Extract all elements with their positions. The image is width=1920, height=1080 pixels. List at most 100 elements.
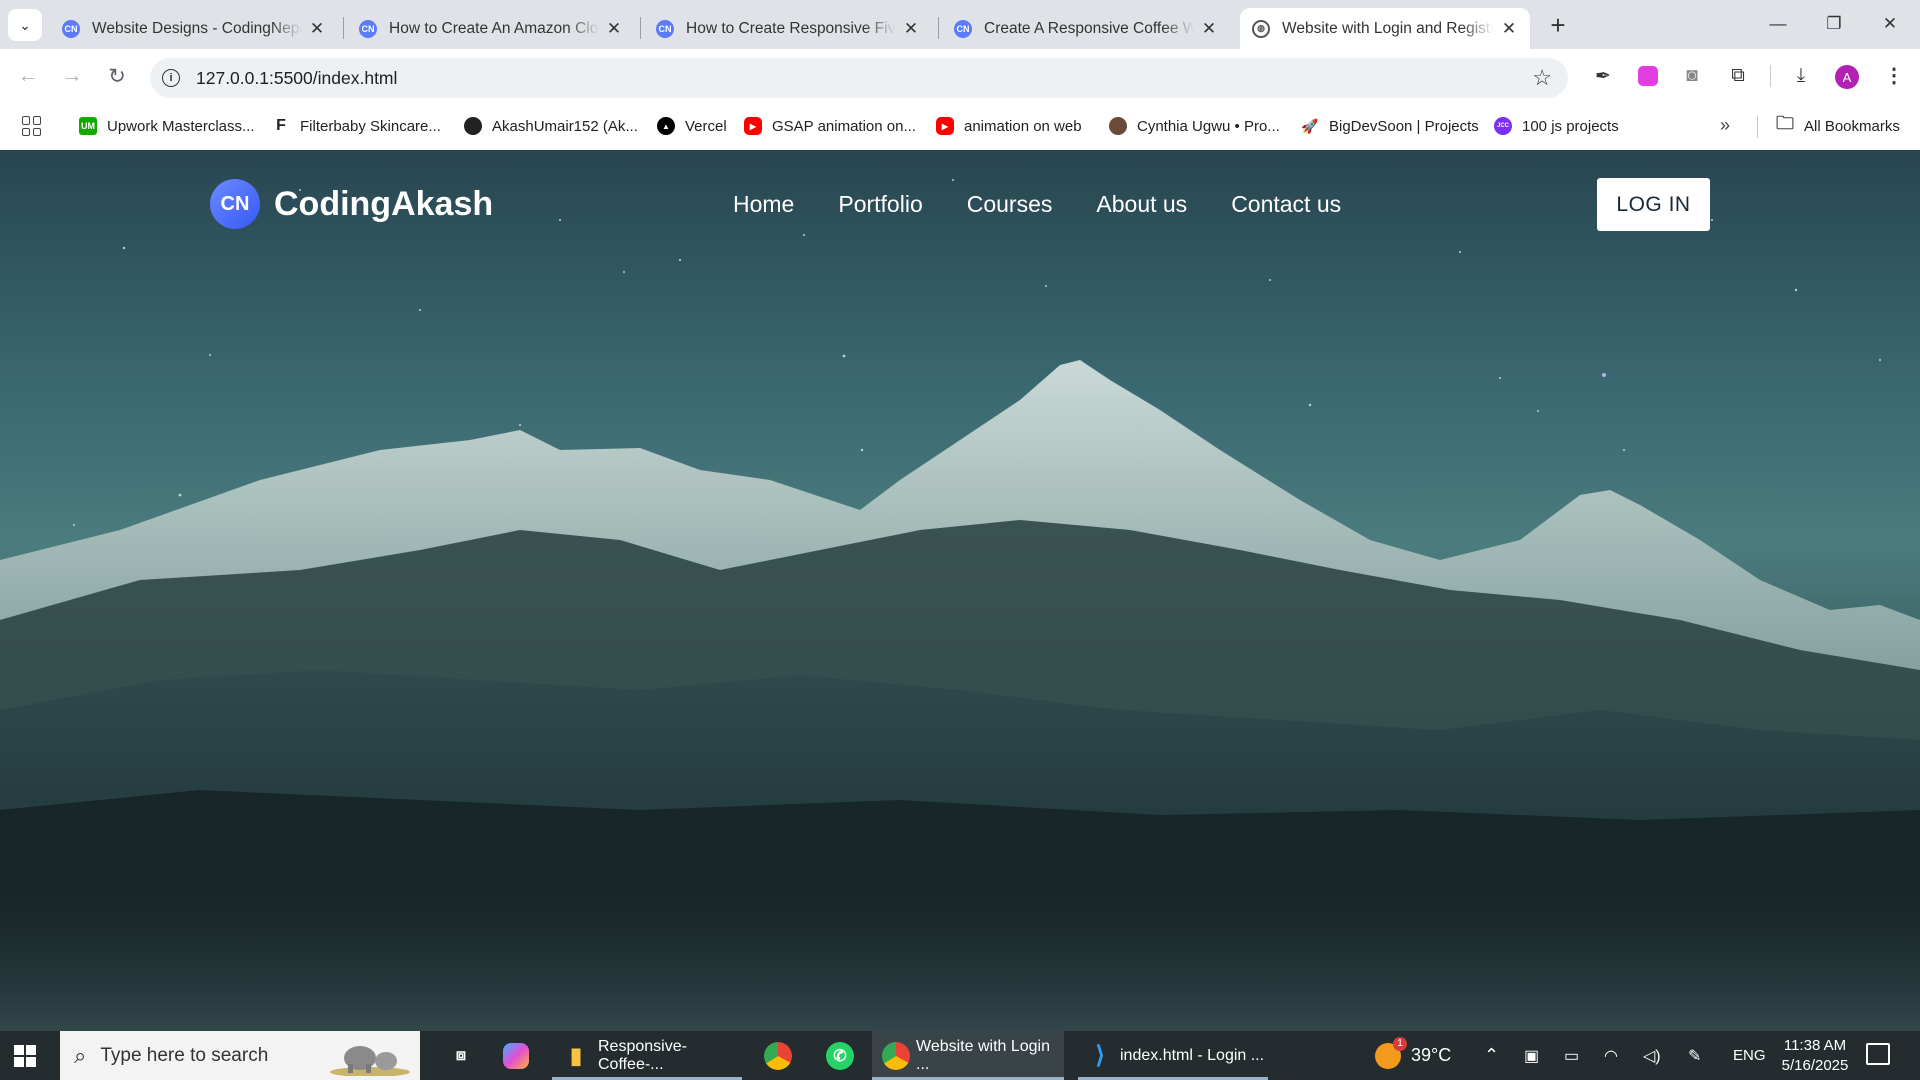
- all-bookmarks-button[interactable]: 🗀 All Bookmarks: [1776, 113, 1900, 138]
- tab-login-registration[interactable]: ◍ Website with Login and Registration ✕: [1240, 8, 1530, 49]
- windows-taskbar: ⌕ Type here to search ⧈ ▮ Responsive-Cof…: [0, 1031, 1920, 1080]
- battery-icon[interactable]: ▭: [1564, 1031, 1579, 1080]
- language-indicator[interactable]: ENG: [1733, 1031, 1766, 1080]
- tab-search-button[interactable]: ⌄: [8, 9, 42, 41]
- taskbar-app-file-explorer[interactable]: ▮ Responsive-Coffee-...: [552, 1031, 742, 1080]
- taskbar-app-label: index.html - Login ...: [1120, 1046, 1265, 1064]
- url-text[interactable]: 127.0.0.1:5500/index.html: [196, 68, 397, 89]
- apps-grid-icon[interactable]: [22, 116, 42, 136]
- notification-icon[interactable]: [1866, 1043, 1890, 1065]
- tab-fiverr-clone[interactable]: CN How to Create Responsive Fiverr ✕: [644, 8, 932, 49]
- clock-time: 11:38 AM: [1783, 1037, 1847, 1054]
- bookmark-label: Vercel: [685, 117, 727, 135]
- weather-sun-icon: 1: [1375, 1036, 1407, 1069]
- close-icon: ✕: [1882, 14, 1898, 33]
- tab-title: How to Create An Amazon Clone: [389, 19, 599, 37]
- upwork-icon: UM: [79, 117, 97, 135]
- tab-amazon-clone[interactable]: CN How to Create An Amazon Clone ✕: [347, 8, 635, 49]
- close-icon[interactable]: ✕: [1500, 19, 1518, 39]
- chevron-down-icon: ⌄: [19, 16, 31, 33]
- rocket-icon: 🚀: [1301, 117, 1319, 134]
- windows-start-icon[interactable]: [14, 1045, 36, 1067]
- bookmark-upwork[interactable]: UM Upwork Masterclass...: [79, 114, 255, 138]
- nav-link-contact-us[interactable]: Contact us: [1231, 191, 1341, 218]
- close-icon[interactable]: ✕: [308, 19, 326, 39]
- taskbar-search[interactable]: ⌕ Type here to search: [60, 1031, 420, 1080]
- nav-link-portfolio[interactable]: Portfolio: [838, 191, 922, 218]
- tab-website-designs[interactable]: CN Website Designs - CodingNepal ✕: [50, 8, 338, 49]
- restore-button[interactable]: ❐: [1806, 6, 1862, 42]
- bookmark-cynthia-ugwu[interactable]: Cynthia Ugwu • Pro...: [1109, 114, 1280, 138]
- copilot-button[interactable]: [494, 1031, 538, 1080]
- file-explorer-icon: ▮: [569, 1042, 583, 1068]
- nav-link-home[interactable]: Home: [733, 191, 794, 218]
- close-icon[interactable]: ✕: [902, 19, 920, 39]
- back-button[interactable]: ←: [12, 60, 44, 92]
- profile-avatar[interactable]: A: [1835, 65, 1859, 89]
- all-bookmarks-label: All Bookmarks: [1804, 117, 1900, 135]
- tab-title: How to Create Responsive Fiverr: [686, 19, 896, 37]
- github-icon: [464, 117, 482, 135]
- nav-link-about-us[interactable]: About us: [1096, 191, 1187, 218]
- bookmark-filterbaby[interactable]: F Filterbaby Skincare...: [272, 114, 441, 138]
- taskbar-chrome[interactable]: [756, 1031, 800, 1080]
- bookmark-label: AkashUmair152 (Ak...: [492, 117, 638, 135]
- tab-coffee-website[interactable]: CN Create A Responsive Coffee Website ✕: [942, 8, 1230, 49]
- brand-name: CodingAkash: [274, 184, 494, 223]
- youtube-icon: ▶: [936, 117, 954, 135]
- bookmark-vercel[interactable]: ▲ Vercel: [657, 114, 727, 138]
- camera-extension-icon[interactable]: ◙: [1679, 63, 1705, 89]
- close-icon[interactable]: ✕: [605, 19, 623, 39]
- bookmark-github[interactable]: AkashUmair152 (Ak...: [464, 114, 638, 138]
- copilot-icon: [503, 1042, 529, 1069]
- login-button[interactable]: LOG IN: [1597, 178, 1710, 231]
- bookmark-bigdevsoon[interactable]: 🚀 BigDevSoon | Projects: [1301, 114, 1479, 138]
- task-view-button[interactable]: ⧈: [439, 1031, 483, 1080]
- browser-toolbar: ← → ↻ i 127.0.0.1:5500/index.html ☆ ✒ ◙ …: [0, 49, 1920, 102]
- nav-links: Home Portfolio Courses About us Contact …: [733, 191, 1341, 218]
- brand-logo[interactable]: CN CodingAkash: [210, 179, 493, 229]
- bookmark-animation-on-web[interactable]: ▶ animation on web: [936, 114, 1082, 138]
- taskbar-app-chrome-window[interactable]: Website with Login ...: [872, 1031, 1064, 1080]
- whatsapp-icon: ✆: [826, 1041, 854, 1070]
- wifi-icon[interactable]: ◠: [1604, 1031, 1618, 1080]
- chevron-double-right-icon[interactable]: »: [1720, 115, 1730, 136]
- close-window-button[interactable]: ✕: [1862, 6, 1918, 42]
- codingnepal-logo-icon: CN: [954, 19, 972, 38]
- plus-icon: +: [1550, 9, 1566, 40]
- new-tab-button[interactable]: +: [1543, 10, 1573, 40]
- forward-button[interactable]: →: [56, 60, 88, 92]
- meet-now-icon[interactable]: ▣: [1524, 1031, 1539, 1080]
- reload-icon: ↻: [108, 64, 126, 88]
- site-info-icon[interactable]: i: [162, 69, 180, 87]
- menu-kebab-icon[interactable]: ⋮: [1884, 63, 1904, 88]
- chevron-up-icon: ⌃: [1484, 1045, 1500, 1065]
- pen-icon[interactable]: ✎: [1688, 1031, 1701, 1080]
- clock[interactable]: 11:38 AM 5/16/2025: [1770, 1036, 1860, 1076]
- bookmark-100-js-projects[interactable]: JCC 100 js projects: [1494, 114, 1619, 138]
- bookmark-gsap-animation[interactable]: ▶ GSAP animation on...: [744, 114, 916, 138]
- download-icon[interactable]: ⤓: [1788, 63, 1814, 89]
- weather-widget[interactable]: 1 39°C: [1375, 1031, 1451, 1080]
- volume-icon[interactable]: ◁): [1643, 1031, 1661, 1080]
- extensions-puzzle-icon[interactable]: ⧉: [1725, 63, 1751, 89]
- minimize-button[interactable]: —: [1750, 6, 1806, 42]
- reload-button[interactable]: ↻: [101, 60, 133, 92]
- nav-link-courses[interactable]: Courses: [967, 191, 1053, 218]
- bookmark-label: 100 js projects: [1522, 117, 1619, 135]
- tab-title: Website Designs - CodingNepal: [92, 19, 302, 37]
- eyedropper-extension-icon[interactable]: ✒: [1590, 63, 1616, 89]
- bookmark-star-icon[interactable]: ☆: [1532, 65, 1552, 91]
- address-bar[interactable]: i 127.0.0.1:5500/index.html ☆: [150, 58, 1568, 98]
- taskbar-app-vscode[interactable]: ⟩ index.html - Login ...: [1078, 1031, 1268, 1080]
- close-icon[interactable]: ✕: [1200, 19, 1218, 39]
- tab-separator: [938, 17, 939, 39]
- show-hidden-icons-button[interactable]: ⌃: [1484, 1031, 1499, 1080]
- toolbar-divider: [1770, 65, 1771, 87]
- taskbar-app-label: Website with Login ...: [916, 1037, 1050, 1073]
- minimize-icon: —: [1769, 14, 1787, 33]
- codingnepal-logo-icon: CN: [359, 19, 377, 38]
- extension-pink-icon[interactable]: [1635, 63, 1661, 89]
- codingnepal-logo-icon: CN: [62, 19, 80, 38]
- taskbar-whatsapp[interactable]: ✆: [818, 1031, 862, 1080]
